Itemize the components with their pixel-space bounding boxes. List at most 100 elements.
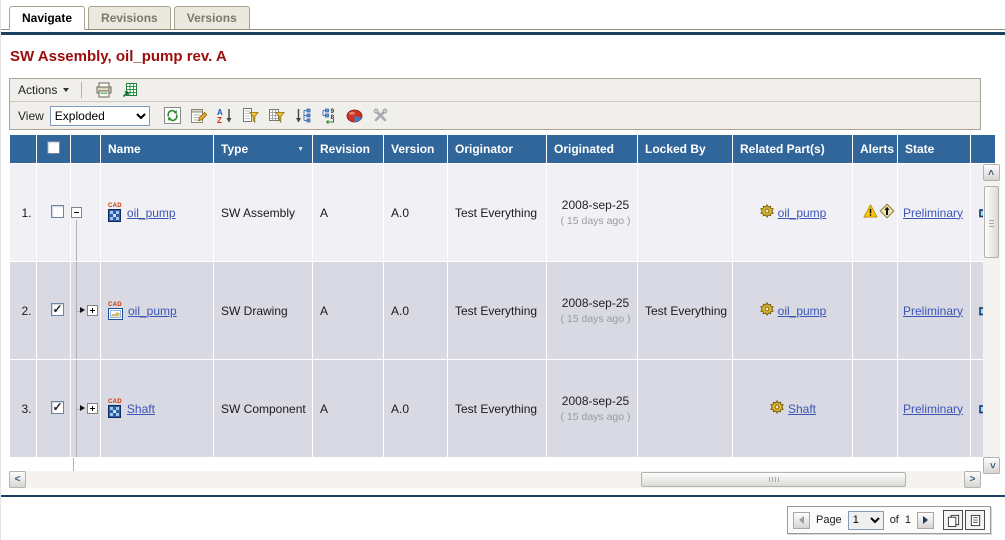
gear-part-icon — [770, 400, 784, 417]
expand-cell — [71, 360, 100, 457]
arrow-left-icon — [799, 516, 804, 524]
select-all-checkbox[interactable] — [47, 141, 60, 154]
type-cell: SW Component — [214, 360, 312, 457]
expand-icon[interactable] — [87, 403, 98, 414]
cad-assembly-icon: CAD — [108, 203, 122, 222]
tree-line — [76, 220, 77, 262]
filter-icon[interactable] — [240, 105, 262, 127]
header-originated[interactable]: Originated — [547, 135, 637, 163]
header-rownum — [10, 135, 36, 163]
horizontal-scrollbar[interactable]: < > — [9, 471, 981, 488]
prev-page-button[interactable] — [793, 512, 810, 529]
locked-by-cell — [638, 164, 732, 261]
sort-indicator-icon[interactable]: ▼ — [297, 146, 304, 153]
warning-icon[interactable] — [863, 204, 878, 221]
tree-renumber-icon[interactable]: 98 — [318, 105, 340, 127]
expand-arrow-icon[interactable] — [80, 405, 85, 411]
part-name-link[interactable]: oil_pump — [127, 206, 176, 220]
tab-navigate[interactable]: Navigate — [9, 6, 85, 30]
originated-cell: 2008-sep-25 ( 15 days ago ) — [547, 164, 637, 261]
chevron-left-icon: < — [15, 474, 21, 485]
row-number: 2. — [10, 262, 36, 359]
header-select-all[interactable] — [37, 135, 70, 163]
pagination-control: Page 1 of 1 — [787, 506, 991, 534]
header-name[interactable]: Name — [101, 135, 213, 163]
originator-cell: Test Everything — [448, 164, 546, 261]
header-locked-by[interactable]: Locked By — [638, 135, 732, 163]
related-part-link[interactable]: oil_pump — [778, 206, 827, 220]
type-cell: SW Drawing — [214, 262, 312, 359]
single-page-view-button[interactable] — [965, 510, 985, 530]
horizontal-scroll-thumb[interactable] — [641, 472, 906, 487]
expand-icon[interactable] — [87, 305, 98, 316]
tab-label: Versions — [187, 11, 237, 25]
revision-cell: A — [313, 262, 383, 359]
gear-part-icon — [760, 302, 774, 319]
scroll-down-button[interactable]: > — [983, 457, 1000, 474]
page-select[interactable]: 1 — [848, 511, 884, 530]
tools-icon[interactable] — [370, 105, 392, 127]
actions-menu-button[interactable]: Actions — [16, 83, 77, 97]
state-link[interactable]: Preliminary — [903, 402, 963, 416]
tree-sort-icon[interactable] — [292, 105, 314, 127]
related-part-link[interactable]: oil_pump — [778, 304, 827, 318]
svg-text:Z: Z — [217, 116, 222, 124]
expand-arrow-icon[interactable] — [80, 307, 85, 313]
multi-page-view-button[interactable] — [943, 510, 963, 530]
state-cell: Preliminary — [898, 360, 970, 457]
scroll-right-button[interactable]: > — [964, 471, 981, 488]
alerts-cell — [853, 360, 897, 457]
next-page-button[interactable] — [917, 512, 934, 529]
export-table-icon[interactable] — [119, 79, 141, 101]
header-related-parts[interactable]: Related Part(s) — [733, 135, 852, 163]
app-window: Navigate Revisions Versions SW Assembly,… — [0, 0, 1005, 540]
tab-revisions[interactable]: Revisions — [88, 6, 171, 29]
alerts-cell — [853, 262, 897, 359]
header-type[interactable]: Type▼ — [214, 135, 312, 163]
refresh-icon[interactable] — [162, 105, 184, 127]
sort-az-icon[interactable]: AZ — [214, 105, 236, 127]
part-name-link[interactable]: oil_pump — [128, 304, 177, 318]
header-state[interactable]: State — [898, 135, 970, 163]
scroll-left-button[interactable]: < — [9, 471, 26, 488]
originator-cell: Test Everything — [448, 360, 546, 457]
revision-cell: A — [313, 164, 383, 261]
total-pages: 1 — [905, 514, 911, 526]
of-label: of — [890, 514, 899, 526]
type-cell: SW Assembly — [214, 164, 312, 261]
related-part-link[interactable]: Shaft — [788, 402, 816, 416]
collapse-icon[interactable] — [71, 207, 82, 218]
vertical-scrollbar[interactable]: > > — [983, 164, 1000, 474]
row-number: 3. — [10, 360, 36, 457]
row-checkbox[interactable] — [51, 303, 64, 316]
header-alerts[interactable]: Alerts — [853, 135, 897, 163]
header-originator[interactable]: Originator — [448, 135, 546, 163]
scroll-up-button[interactable]: > — [983, 164, 1000, 181]
cad-drawing-icon: CAD — [108, 302, 123, 320]
divider — [1, 32, 1005, 35]
actions-label: Actions — [18, 83, 57, 97]
view-select[interactable]: Exploded — [50, 106, 150, 126]
header-expand — [71, 135, 100, 163]
pie-chart-icon[interactable] — [344, 105, 366, 127]
print-icon[interactable] — [93, 79, 115, 101]
vertical-scroll-thumb[interactable] — [984, 186, 999, 258]
edit-icon[interactable] — [188, 105, 210, 127]
table-row: 2. CAD oil_pump SW Drawing A A.0 — [10, 262, 995, 359]
divider — [81, 82, 82, 98]
state-link[interactable]: Preliminary — [903, 206, 963, 220]
state-link[interactable]: Preliminary — [903, 304, 963, 318]
page-label: Page — [816, 514, 842, 526]
state-cell: Preliminary — [898, 164, 970, 261]
tab-versions[interactable]: Versions — [174, 6, 250, 29]
chevron-down-icon: > — [986, 463, 997, 469]
part-name-link[interactable]: Shaft — [127, 402, 155, 416]
expand-cell — [71, 164, 100, 261]
row-checkbox[interactable] — [51, 205, 64, 218]
remove-filter-icon[interactable] — [266, 105, 288, 127]
header-version[interactable]: Version — [384, 135, 447, 163]
originated-cell: 2008-sep-25 ( 15 days ago ) — [547, 262, 637, 359]
promote-arrow-icon[interactable] — [879, 203, 895, 222]
header-revision[interactable]: Revision — [313, 135, 383, 163]
row-checkbox[interactable] — [51, 401, 64, 414]
